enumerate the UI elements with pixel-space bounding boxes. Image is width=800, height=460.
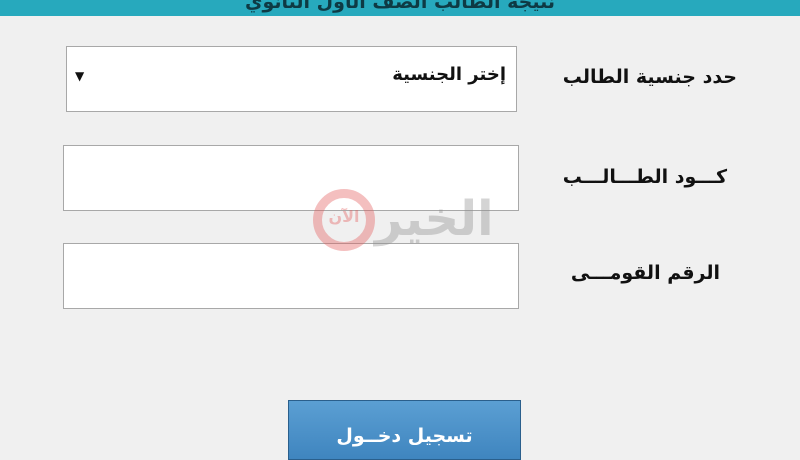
- header-bar: نتيجة الطالب الصف الأول الثانوي: [0, 0, 800, 16]
- nationality-selected-value: إختر الجنسية: [392, 64, 506, 85]
- national-id-input[interactable]: [63, 243, 519, 309]
- student-code-label: كـــود الطـــالـــب: [562, 166, 727, 188]
- header-title: نتيجة الطالب الصف الأول الثانوي: [245, 0, 555, 13]
- student-code-input[interactable]: [63, 145, 519, 211]
- national-id-label: الرقم القومـــى: [570, 262, 720, 284]
- login-button[interactable]: تسجيل دخــول: [288, 400, 521, 460]
- nationality-label: حدد جنسية الطالب: [562, 66, 737, 88]
- dropdown-arrow-icon: ▼: [75, 69, 85, 83]
- nationality-select[interactable]: إختر الجنسية ▼: [66, 46, 517, 112]
